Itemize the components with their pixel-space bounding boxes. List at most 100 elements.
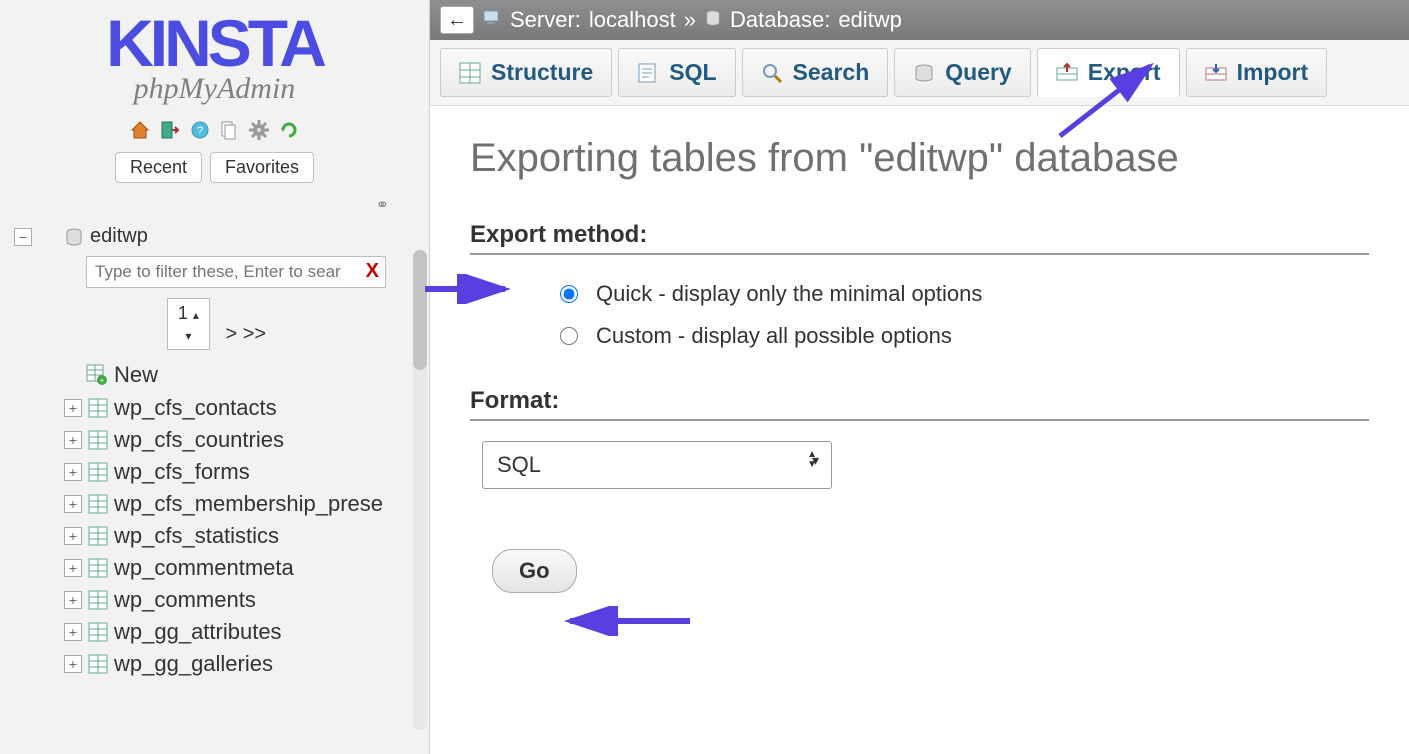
tab-structure[interactable]: Structure: [440, 48, 612, 97]
help-icon[interactable]: ?: [190, 120, 210, 140]
expand-icon[interactable]: [64, 495, 82, 513]
svg-text:?: ?: [196, 125, 202, 137]
page-title: Exporting tables from "editwp" database: [470, 136, 1369, 181]
pager-next[interactable]: > >>: [226, 323, 267, 345]
tree-table-row[interactable]: wp_comments: [14, 584, 419, 616]
expand-icon[interactable]: [64, 431, 82, 449]
content: Exporting tables from "editwp" database …: [430, 106, 1409, 754]
tree-new-row[interactable]: + New: [14, 360, 419, 392]
table-icon: [88, 462, 108, 482]
database-icon: [704, 7, 722, 33]
tree-table-row[interactable]: wp_cfs_membership_prese: [14, 488, 419, 520]
table-name: wp_gg_attributes: [114, 619, 282, 645]
table-name: wp_cfs_forms: [114, 459, 250, 485]
main: ← Server: localhost » Database: editwp S…: [430, 0, 1409, 754]
table-icon: [88, 558, 108, 578]
breadcrumb: ← Server: localhost » Database: editwp: [430, 0, 1409, 40]
table-name: wp_cfs_contacts: [114, 395, 277, 421]
page-select[interactable]: 1 ▴▾: [167, 298, 210, 350]
expand-icon[interactable]: [64, 559, 82, 577]
reload-icon[interactable]: [279, 120, 299, 140]
db-name-crumb[interactable]: editwp: [838, 7, 902, 33]
expand-icon[interactable]: [64, 623, 82, 641]
table-name: wp_commentmeta: [114, 555, 294, 581]
favorites-tab[interactable]: Favorites: [210, 152, 314, 183]
import-icon: [1205, 62, 1227, 84]
tab-label: Import: [1237, 59, 1309, 86]
home-icon[interactable]: [130, 120, 150, 140]
sql-icon: [637, 62, 659, 84]
server-label: Server:: [510, 7, 581, 33]
expand-icon[interactable]: [64, 399, 82, 417]
logo-area: KINSTA phpMyAdmin: [0, 0, 429, 112]
sidebar-tabs: Recent Favorites: [0, 148, 429, 191]
table-icon: [88, 494, 108, 514]
tab-label: Structure: [491, 59, 593, 86]
docs-icon[interactable]: [219, 120, 239, 140]
expand-icon[interactable]: [64, 463, 82, 481]
nav-tree: editwp X 1 ▴▾ > >> + New wp_cfs_contacts…: [0, 221, 429, 754]
table-name: wp_cfs_countries: [114, 427, 284, 453]
server-name[interactable]: localhost: [589, 7, 676, 33]
tree-db-row[interactable]: editwp: [14, 221, 419, 252]
radio-quick-label: Quick - display only the minimal options: [596, 281, 982, 307]
tree-table-row[interactable]: wp_cfs_forms: [14, 456, 419, 488]
recent-tab[interactable]: Recent: [115, 152, 202, 183]
new-label: New: [114, 362, 158, 388]
radio-quick-row[interactable]: Quick - display only the minimal options: [470, 273, 1369, 315]
scrollbar-track[interactable]: [413, 250, 427, 730]
clear-filter-icon[interactable]: X: [366, 260, 379, 282]
tab-label: Query: [945, 59, 1011, 86]
table-icon: [88, 654, 108, 674]
tree-table-row[interactable]: wp_cfs_statistics: [14, 520, 419, 552]
format-heading: Format:: [470, 387, 1369, 421]
server-icon: [482, 7, 502, 33]
pager-row: 1 ▴▾ > >>: [14, 292, 419, 360]
format-block: Format: SQL ▲▼: [470, 387, 1369, 489]
table-icon: [88, 526, 108, 546]
go-button[interactable]: Go: [492, 549, 577, 593]
tab-import[interactable]: Import: [1186, 48, 1328, 97]
format-select[interactable]: SQL ▲▼: [482, 441, 832, 489]
filter-input[interactable]: [86, 256, 386, 288]
exit-icon[interactable]: [160, 120, 180, 140]
tree-table-row[interactable]: wp_cfs_contacts: [14, 392, 419, 424]
tab-search[interactable]: Search: [742, 48, 889, 97]
db-name: editwp: [90, 225, 148, 248]
link-icon[interactable]: ⚭: [376, 197, 389, 214]
expand-icon[interactable]: [64, 591, 82, 609]
expand-icon[interactable]: [64, 655, 82, 673]
sidebar: KINSTA phpMyAdmin ? Recent Favorites ⚭ e…: [0, 0, 430, 754]
radio-custom-row[interactable]: Custom - display all possible options: [470, 315, 1369, 357]
settings-icon[interactable]: [249, 120, 269, 140]
table-icon: [88, 622, 108, 642]
tab-export[interactable]: Export: [1037, 48, 1180, 97]
filter-row: X: [14, 252, 419, 292]
tab-sql[interactable]: SQL: [618, 48, 735, 97]
tree-table-row[interactable]: wp_gg_galleries: [14, 648, 419, 680]
radio-custom-label: Custom - display all possible options: [596, 323, 952, 349]
tree-table-row[interactable]: wp_gg_attributes: [14, 616, 419, 648]
tree-table-row[interactable]: wp_commentmeta: [14, 552, 419, 584]
collapse-icon[interactable]: [14, 228, 32, 246]
expand-icon[interactable]: [64, 527, 82, 545]
tab-query[interactable]: Query: [894, 48, 1030, 97]
table-name: wp_cfs_statistics: [114, 523, 279, 549]
back-button[interactable]: ←: [440, 6, 474, 34]
tab-label: Search: [793, 59, 870, 86]
new-table-icon: +: [86, 364, 108, 386]
table-icon: [88, 398, 108, 418]
radio-quick[interactable]: [560, 285, 578, 303]
structure-icon: [459, 62, 481, 84]
breadcrumb-sep: »: [684, 7, 696, 33]
tab-label: SQL: [669, 59, 716, 86]
table-name: wp_cfs_membership_prese: [114, 491, 383, 517]
brand-logo: KINSTA: [0, 10, 429, 76]
search-icon: [761, 62, 783, 84]
scrollbar-thumb[interactable]: [413, 250, 427, 370]
tree-table-row[interactable]: wp_cfs_countries: [14, 424, 419, 456]
table-name: wp_comments: [114, 587, 256, 613]
navtabs: Structure SQL Search Query Export Import: [430, 40, 1409, 106]
radio-custom[interactable]: [560, 327, 578, 345]
sidebar-toolbar: ?: [0, 112, 429, 148]
